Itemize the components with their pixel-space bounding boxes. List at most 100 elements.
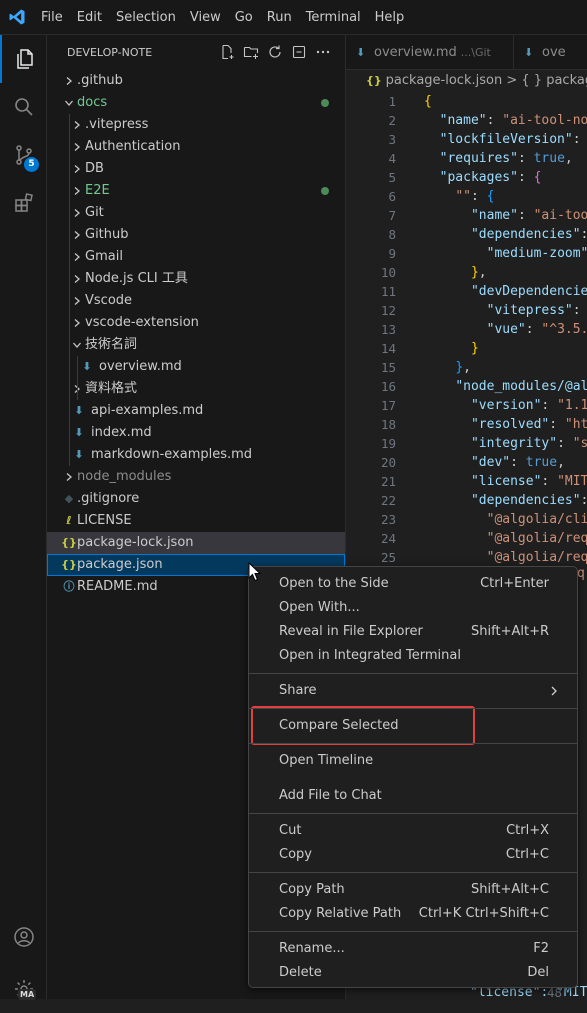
extensions-activity[interactable]: [0, 179, 47, 227]
tree-item-label: Git: [85, 205, 104, 220]
line-text: "vitepress":: [486, 303, 587, 318]
menu-item-compare-selected[interactable]: Compare Selected: [253, 714, 573, 738]
line-number: 14: [380, 341, 396, 356]
menu-item-copy-relative-path[interactable]: Copy Relative Path Ctrl+K Ctrl+Shift+C: [253, 902, 573, 926]
tree-folder[interactable]: .vitepress: [47, 114, 345, 136]
line-number: 9: [388, 246, 396, 261]
tree-folder[interactable]: Authentication: [47, 136, 345, 158]
menu-item-open-with[interactable]: Open With...: [253, 596, 573, 620]
line-number: 19: [380, 436, 396, 451]
tree-item-label: Github: [85, 227, 129, 242]
tree-folder[interactable]: Github: [47, 224, 345, 246]
code-view[interactable]: 1{2 "name": "ai-tool-notes"3 "lockfileVe…: [346, 92, 587, 567]
tree-folder[interactable]: docs: [47, 92, 345, 114]
menu-item-copy-path[interactable]: Copy Path Shift+Alt+C: [253, 878, 573, 902]
line-number: 2: [388, 113, 396, 128]
collapse-all-icon[interactable]: [291, 44, 307, 60]
source-control-activity[interactable]: 5: [0, 131, 47, 179]
menu-run[interactable]: Run: [260, 10, 299, 25]
tree-folder[interactable]: Gmail: [47, 246, 345, 268]
json-file-icon: {}: [61, 558, 77, 571]
line-number: 20: [380, 455, 396, 470]
tree-item-label: .gitignore: [77, 491, 140, 506]
tree-folder[interactable]: E2E: [47, 180, 345, 202]
manage-activity[interactable]: MA: [0, 965, 47, 1013]
tree-folder[interactable]: DB: [47, 158, 345, 180]
menu-item-label: Delete: [279, 965, 322, 980]
tree-folder[interactable]: vscode-extension: [47, 312, 345, 334]
menu-item-cut[interactable]: Cut Ctrl+X: [253, 819, 573, 843]
tree-file[interactable]: ⬇ api-examples.md: [47, 400, 345, 422]
line-text: "license": "MIT": [470, 474, 587, 489]
menu-file[interactable]: File: [34, 10, 70, 25]
markdown-file-icon: ⬇: [82, 360, 92, 373]
tree-file[interactable]: ⬇ index.md: [47, 422, 345, 444]
menu-item-label: Add File to Chat: [279, 788, 382, 803]
tree-item-label: Vscode: [85, 293, 133, 308]
tab-overview-md-2[interactable]: ⬇ ove: [514, 35, 587, 70]
menu-selection[interactable]: Selection: [109, 10, 183, 25]
menu-help[interactable]: Help: [368, 10, 412, 25]
new-folder-icon[interactable]: [243, 44, 259, 60]
tree-folder[interactable]: Vscode: [47, 290, 345, 312]
code-line: 13 "vue": "^3.5.13": [346, 320, 587, 339]
code-line: 23 "@algolia/client: [346, 510, 587, 529]
markdown-icon: ⬇: [356, 46, 366, 59]
line-text: "node_modules/@algolia: [455, 379, 587, 394]
breadcrumb-node[interactable]: { } packages: [521, 73, 587, 88]
new-file-icon[interactable]: [219, 44, 235, 60]
chevron-right-icon: [61, 70, 77, 92]
menu-item-share[interactable]: Share: [253, 679, 573, 703]
explorer-header: DEVELOP-NOTE: [47, 35, 345, 70]
line-number: 17: [380, 398, 396, 413]
line-text: "integrity": "sha: [470, 436, 587, 451]
tree-folder[interactable]: .github: [47, 70, 345, 92]
menu-edit[interactable]: Edit: [70, 10, 109, 25]
menu-item-open-timeline[interactable]: Open Timeline: [253, 749, 573, 773]
tree-item-label: .github: [77, 73, 123, 88]
explorer-activity[interactable]: [0, 35, 47, 83]
menu-item-rename[interactable]: Rename... F2: [253, 937, 573, 961]
context-menu: Open to the Side Ctrl+Enter Open With... Re…: [248, 566, 578, 988]
menu-item-open-in-integrated-terminal[interactable]: Open in Integrated Terminal: [253, 644, 573, 668]
menu-item-copy[interactable]: Copy Ctrl+C: [253, 843, 573, 867]
line-number: 5: [388, 170, 396, 185]
tree-folder[interactable]: 資料格式: [47, 378, 345, 400]
tab-overview-md[interactable]: ⬇ overview.md ...\Git: [346, 35, 514, 70]
code-line: 1{: [346, 92, 587, 111]
tree-file[interactable]: ⬇ markdown-examples.md: [47, 444, 345, 466]
menu-item-reveal-in-file-explorer[interactable]: Reveal in File Explorer Shift+Alt+R: [253, 620, 573, 644]
line-number: 13: [380, 322, 396, 337]
menu-item-label: Compare Selected: [279, 718, 399, 733]
menu-view[interactable]: View: [183, 10, 228, 25]
code-line: 8 "dependencies": {: [346, 225, 587, 244]
tree-folder[interactable]: Git: [47, 202, 345, 224]
tree-folder[interactable]: Node.js CLI 工具: [47, 268, 345, 290]
tree-file[interactable]: ⬇ overview.md: [47, 356, 345, 378]
line-text: "@algolia/reque: [486, 531, 587, 546]
tree-folder[interactable]: 技術名詞: [47, 334, 345, 356]
tree-file[interactable]: ◆ .gitignore: [47, 488, 345, 510]
search-activity[interactable]: [0, 83, 47, 131]
markdown-file-icon: ⬇: [74, 448, 84, 461]
more-actions-icon[interactable]: [315, 44, 331, 60]
menu-go[interactable]: Go: [228, 10, 260, 25]
refresh-icon[interactable]: [267, 44, 283, 60]
menu-item-delete[interactable]: Delete Del: [253, 961, 573, 985]
line-number: 18: [380, 417, 396, 432]
tree-item-label: api-examples.md: [91, 403, 204, 418]
menu-terminal[interactable]: Terminal: [299, 10, 368, 25]
tree-folder[interactable]: node_modules: [47, 466, 345, 488]
menu-item-label: Open in Integrated Terminal: [279, 648, 461, 663]
menu-item-add-file-to-chat[interactable]: Add File to Chat: [253, 784, 573, 808]
tree-file[interactable]: ℓ LICENSE: [47, 510, 345, 532]
accounts-activity[interactable]: [0, 913, 47, 961]
menu-item-open-to-the-side[interactable]: Open to the Side Ctrl+Enter: [253, 572, 573, 596]
title-bar: File Edit Selection View Go Run Terminal Help: [0, 0, 587, 35]
chevron-right-icon: [69, 158, 85, 180]
tree-file[interactable]: {} package-lock.json: [47, 532, 345, 554]
menu-item-label: Open With...: [279, 600, 360, 615]
line-number: 10: [380, 265, 396, 280]
line-text: "requires": true,: [439, 151, 573, 166]
breadcrumb-file[interactable]: package-lock.json: [386, 73, 503, 88]
